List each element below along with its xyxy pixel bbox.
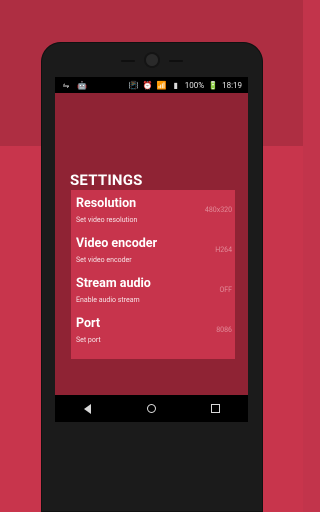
recents-button[interactable] (203, 401, 229, 417)
navigation-bar (55, 395, 248, 422)
android-debug-icon: 🤖 (77, 80, 87, 90)
setting-video-encoder[interactable]: Video encoder Set video encoder H264 (76, 236, 232, 276)
status-right: 📳 ⏰ 📶 ▮ 100% 🔋 18:19 (129, 80, 248, 90)
app-content: SETTINGS Resolution Set video resolution… (55, 93, 248, 395)
setting-subtitle: Set video encoder (76, 256, 132, 264)
back-button[interactable] (74, 401, 100, 417)
setting-value: 8086 (216, 326, 232, 334)
status-time: 18:19 (222, 80, 242, 90)
setting-subtitle: Set video resolution (76, 216, 138, 224)
setting-title: Stream audio (76, 276, 151, 291)
setting-stream-audio[interactable]: Stream audio Enable audio stream OFF (76, 276, 232, 316)
wifi-icon: 📶 (156, 80, 167, 90)
status-bar: ⇋ 🤖 📳 ⏰ 📶 ▮ 100% 🔋 18:19 (55, 77, 248, 93)
setting-port[interactable]: Port Set port 8086 (76, 316, 232, 356)
battery-icon: 🔋 (208, 80, 219, 90)
battery-percentage: 100% (184, 80, 205, 90)
setting-subtitle: Set port (76, 336, 101, 344)
recents-square-icon (211, 404, 221, 413)
setting-value: H264 (215, 246, 232, 254)
phone-screen: ⇋ 🤖 📳 ⏰ 📶 ▮ 100% 🔋 18:19 SETTINGS Resolu… (55, 77, 248, 422)
setting-title: Port (76, 316, 101, 331)
settings-card: Resolution Set video resolution 480x320 … (71, 190, 235, 359)
front-camera (146, 54, 158, 66)
speaker-left (121, 60, 135, 62)
setting-value: OFF (219, 286, 232, 294)
setting-title: Resolution (76, 196, 137, 211)
speaker-right (169, 60, 183, 62)
setting-title: Video encoder (76, 236, 158, 251)
setting-resolution[interactable]: Resolution Set video resolution 480x320 (76, 196, 232, 236)
vibrate-icon: 📳 (128, 80, 139, 90)
home-button[interactable] (138, 401, 164, 417)
setting-value: 480x320 (204, 206, 232, 214)
page-title: SETTINGS (70, 171, 143, 189)
back-triangle-icon (83, 403, 91, 414)
usb-icon: ⇋ (62, 80, 70, 90)
alarm-icon: ⏰ (142, 80, 153, 90)
home-circle-icon (146, 404, 156, 413)
signal-icon: ▮ (173, 80, 178, 90)
status-left: ⇋ 🤖 (55, 80, 87, 90)
setting-subtitle: Enable audio stream (76, 296, 140, 304)
